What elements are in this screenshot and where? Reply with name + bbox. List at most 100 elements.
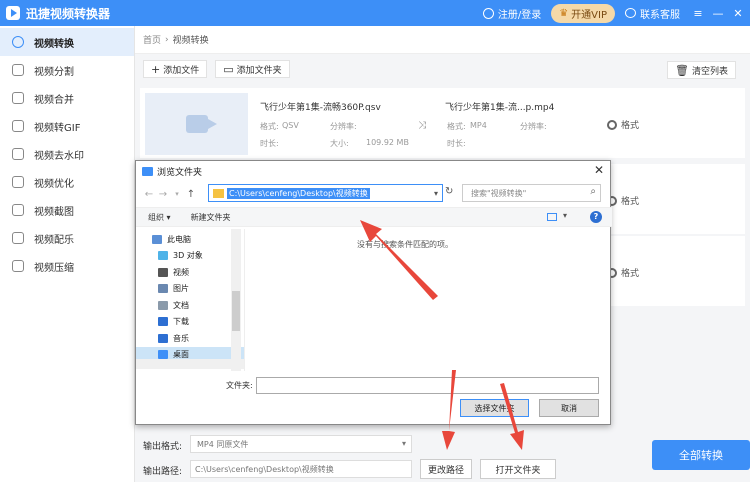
address-row: ← → ▾ ↑ C:\Users\cenfeng\Desktop\视频转换 ▾ … xyxy=(136,183,612,205)
picture-icon xyxy=(158,284,168,294)
target-file-name: 飞行少年第1集-流...p.mp4 xyxy=(445,103,555,113)
file-card: 飞行少年第1集-流畅360P.qsv 格式: QSV 分辨率: 时长: 大小: … xyxy=(140,88,745,158)
tree-item-this-pc[interactable]: 此电脑 xyxy=(136,231,244,248)
refresh-icon[interactable]: ↻ xyxy=(445,186,453,197)
command-bar: 组织 ▾ 新建文件夹 ▾ ? xyxy=(136,207,612,227)
sidebar-item-video-merge[interactable]: 视频合并 xyxy=(0,84,134,112)
plus-icon: + xyxy=(151,62,161,76)
compress-icon xyxy=(12,260,24,272)
output-settings: 输出格式: MP4 同原文件 ▾ 输出路径: C:\Users\cenfeng\… xyxy=(135,426,750,482)
new-folder-button[interactable]: 新建文件夹 xyxy=(191,212,231,223)
login-label: 注册/登录 xyxy=(497,9,542,21)
tree-scrollbar[interactable] xyxy=(231,229,241,371)
screenshot-icon xyxy=(12,204,24,216)
sidebar-item-video-split[interactable]: 视频分割 xyxy=(0,56,134,84)
output-format-label: 输出格式: xyxy=(143,442,183,452)
forward-arrow-icon[interactable]: → xyxy=(156,189,170,200)
convert-all-button[interactable]: 全部转换 xyxy=(652,440,750,470)
sidebar-item-video-screenshot[interactable]: 视频截图 xyxy=(0,196,134,224)
add-file-button[interactable]: + 添加文件 xyxy=(143,60,208,78)
add-folder-button[interactable]: ▭ 添加文件夹 xyxy=(215,60,290,78)
chevron-right-icon: › xyxy=(165,34,169,45)
music-note-icon xyxy=(158,333,168,343)
clear-list-button[interactable]: 🗑 清空列表 xyxy=(667,61,736,79)
toolbar: + 添加文件 ▭ 添加文件夹 xyxy=(135,54,750,84)
sidebar-item-label: 视频配乐 xyxy=(34,234,74,246)
folder-icon: ▭ xyxy=(223,62,234,76)
sidebar-item-video-gif[interactable]: 视频转GIF xyxy=(0,112,134,140)
tree-item-label: 文档 xyxy=(173,300,189,310)
minimize-icon[interactable]: — xyxy=(710,7,726,20)
user-icon xyxy=(482,7,494,19)
tree-item-label: 3D 对象 xyxy=(173,251,203,261)
sidebar-item-remove-watermark[interactable]: 视频去水印 xyxy=(0,140,134,168)
sidebar-item-video-compress[interactable]: 视频压缩 xyxy=(0,252,134,280)
tree-item-3d-objects[interactable]: 3D 对象 xyxy=(136,248,244,265)
sidebar: 视频转换 视频分割 视频合并 视频转GIF 视频去水印 视频优化 视频截图 视频… xyxy=(0,26,135,482)
tree-item-pictures[interactable]: 图片 xyxy=(136,281,244,298)
title-bar: 迅捷视频转换器 注册/登录 ♛ 开通VIP 联系客服 ≡ — ✕ xyxy=(0,0,750,26)
format-label: 格式 xyxy=(621,197,640,207)
tree-item-downloads[interactable]: 下载 xyxy=(136,314,244,331)
merge-icon xyxy=(12,92,24,104)
document-icon xyxy=(158,300,168,310)
target-resolution-label: 分辨率: xyxy=(520,122,547,131)
output-path-value: C:\Users\cenfeng\Desktop\视频转换 xyxy=(195,464,334,474)
login-button[interactable]: 注册/登录 xyxy=(482,6,542,21)
folder-name-input[interactable] xyxy=(256,377,599,394)
sidebar-item-video-music[interactable]: 视频配乐 xyxy=(0,224,134,252)
sidebar-item-label: 视频转换 xyxy=(34,38,74,50)
address-bar[interactable]: C:\Users\cenfeng\Desktop\视频转换 ▾ xyxy=(208,184,443,202)
vip-button[interactable]: ♛ 开通VIP xyxy=(551,3,615,23)
browse-folder-dialog: 浏览文件夹 ✕ ← → ▾ ↑ C:\Users\cenfeng\Desktop… xyxy=(135,160,612,425)
open-folder-button[interactable]: 打开文件夹 xyxy=(480,459,556,479)
scrollbar-thumb[interactable] xyxy=(232,291,240,331)
format-settings-button[interactable]: 格式 xyxy=(607,118,639,131)
help-icon[interactable]: ? xyxy=(590,211,602,223)
close-icon[interactable]: ✕ xyxy=(594,163,604,177)
tree-item-music[interactable]: 音乐 xyxy=(136,330,244,347)
sidebar-item-label: 视频压缩 xyxy=(34,262,74,274)
breadcrumb-home[interactable]: 首页 xyxy=(143,33,161,46)
add-file-label: 添加文件 xyxy=(163,65,200,76)
gif-icon xyxy=(12,120,24,132)
output-format-select[interactable]: MP4 同原文件 ▾ xyxy=(190,435,412,453)
back-arrow-icon[interactable]: ← xyxy=(142,189,156,200)
desktop-icon xyxy=(158,350,168,360)
tree-horizontal-scrollbar[interactable] xyxy=(136,359,244,369)
customer-service-button[interactable]: 联系客服 xyxy=(625,6,680,21)
sidebar-item-video-convert[interactable]: 视频转换 xyxy=(0,28,134,56)
view-options-icon[interactable] xyxy=(547,213,557,221)
output-path-field[interactable]: C:\Users\cenfeng\Desktop\视频转换 xyxy=(190,460,412,478)
chevron-down-icon[interactable]: ▾ xyxy=(563,211,567,220)
folder-icon xyxy=(213,188,224,198)
watermark-icon xyxy=(12,148,24,160)
video-camera-icon xyxy=(185,115,217,133)
crown-icon: ♛ xyxy=(559,7,569,19)
cancel-button[interactable]: 取消 xyxy=(539,399,599,417)
sidebar-item-label: 视频转GIF xyxy=(34,122,81,134)
menu-icon[interactable]: ≡ xyxy=(690,7,706,20)
optimize-icon xyxy=(12,176,24,188)
sidebar-item-video-optimize[interactable]: 视频优化 xyxy=(0,168,134,196)
search-input[interactable]: 搜索"视频转换" ⌕ xyxy=(462,184,601,202)
app-logo-icon xyxy=(6,6,20,20)
close-icon[interactable]: ✕ xyxy=(730,7,746,20)
source-size-label: 大小: xyxy=(330,139,349,148)
tree-item-label: 视频 xyxy=(173,267,189,277)
change-path-button[interactable]: 更改路径 xyxy=(420,459,472,479)
chevron-down-icon[interactable]: ▾ xyxy=(434,189,438,198)
music-icon xyxy=(12,232,24,244)
source-format-value: QSV xyxy=(282,121,299,130)
organize-menu[interactable]: 组织 ▾ xyxy=(148,212,171,223)
tree-item-documents[interactable]: 文档 xyxy=(136,297,244,314)
tree-item-videos[interactable]: 视频 xyxy=(136,264,244,281)
chevron-down-icon[interactable]: ▾ xyxy=(170,190,184,198)
tree-item-label: 此电脑 xyxy=(167,234,191,244)
up-arrow-icon[interactable]: ↑ xyxy=(184,189,198,200)
download-arrow-icon xyxy=(158,317,168,327)
add-folder-label: 添加文件夹 xyxy=(236,65,282,76)
chevron-down-icon: ▾ xyxy=(401,439,406,448)
select-folder-button[interactable]: 选择文件夹 xyxy=(460,399,529,417)
target-format-value: MP4 xyxy=(470,121,487,130)
